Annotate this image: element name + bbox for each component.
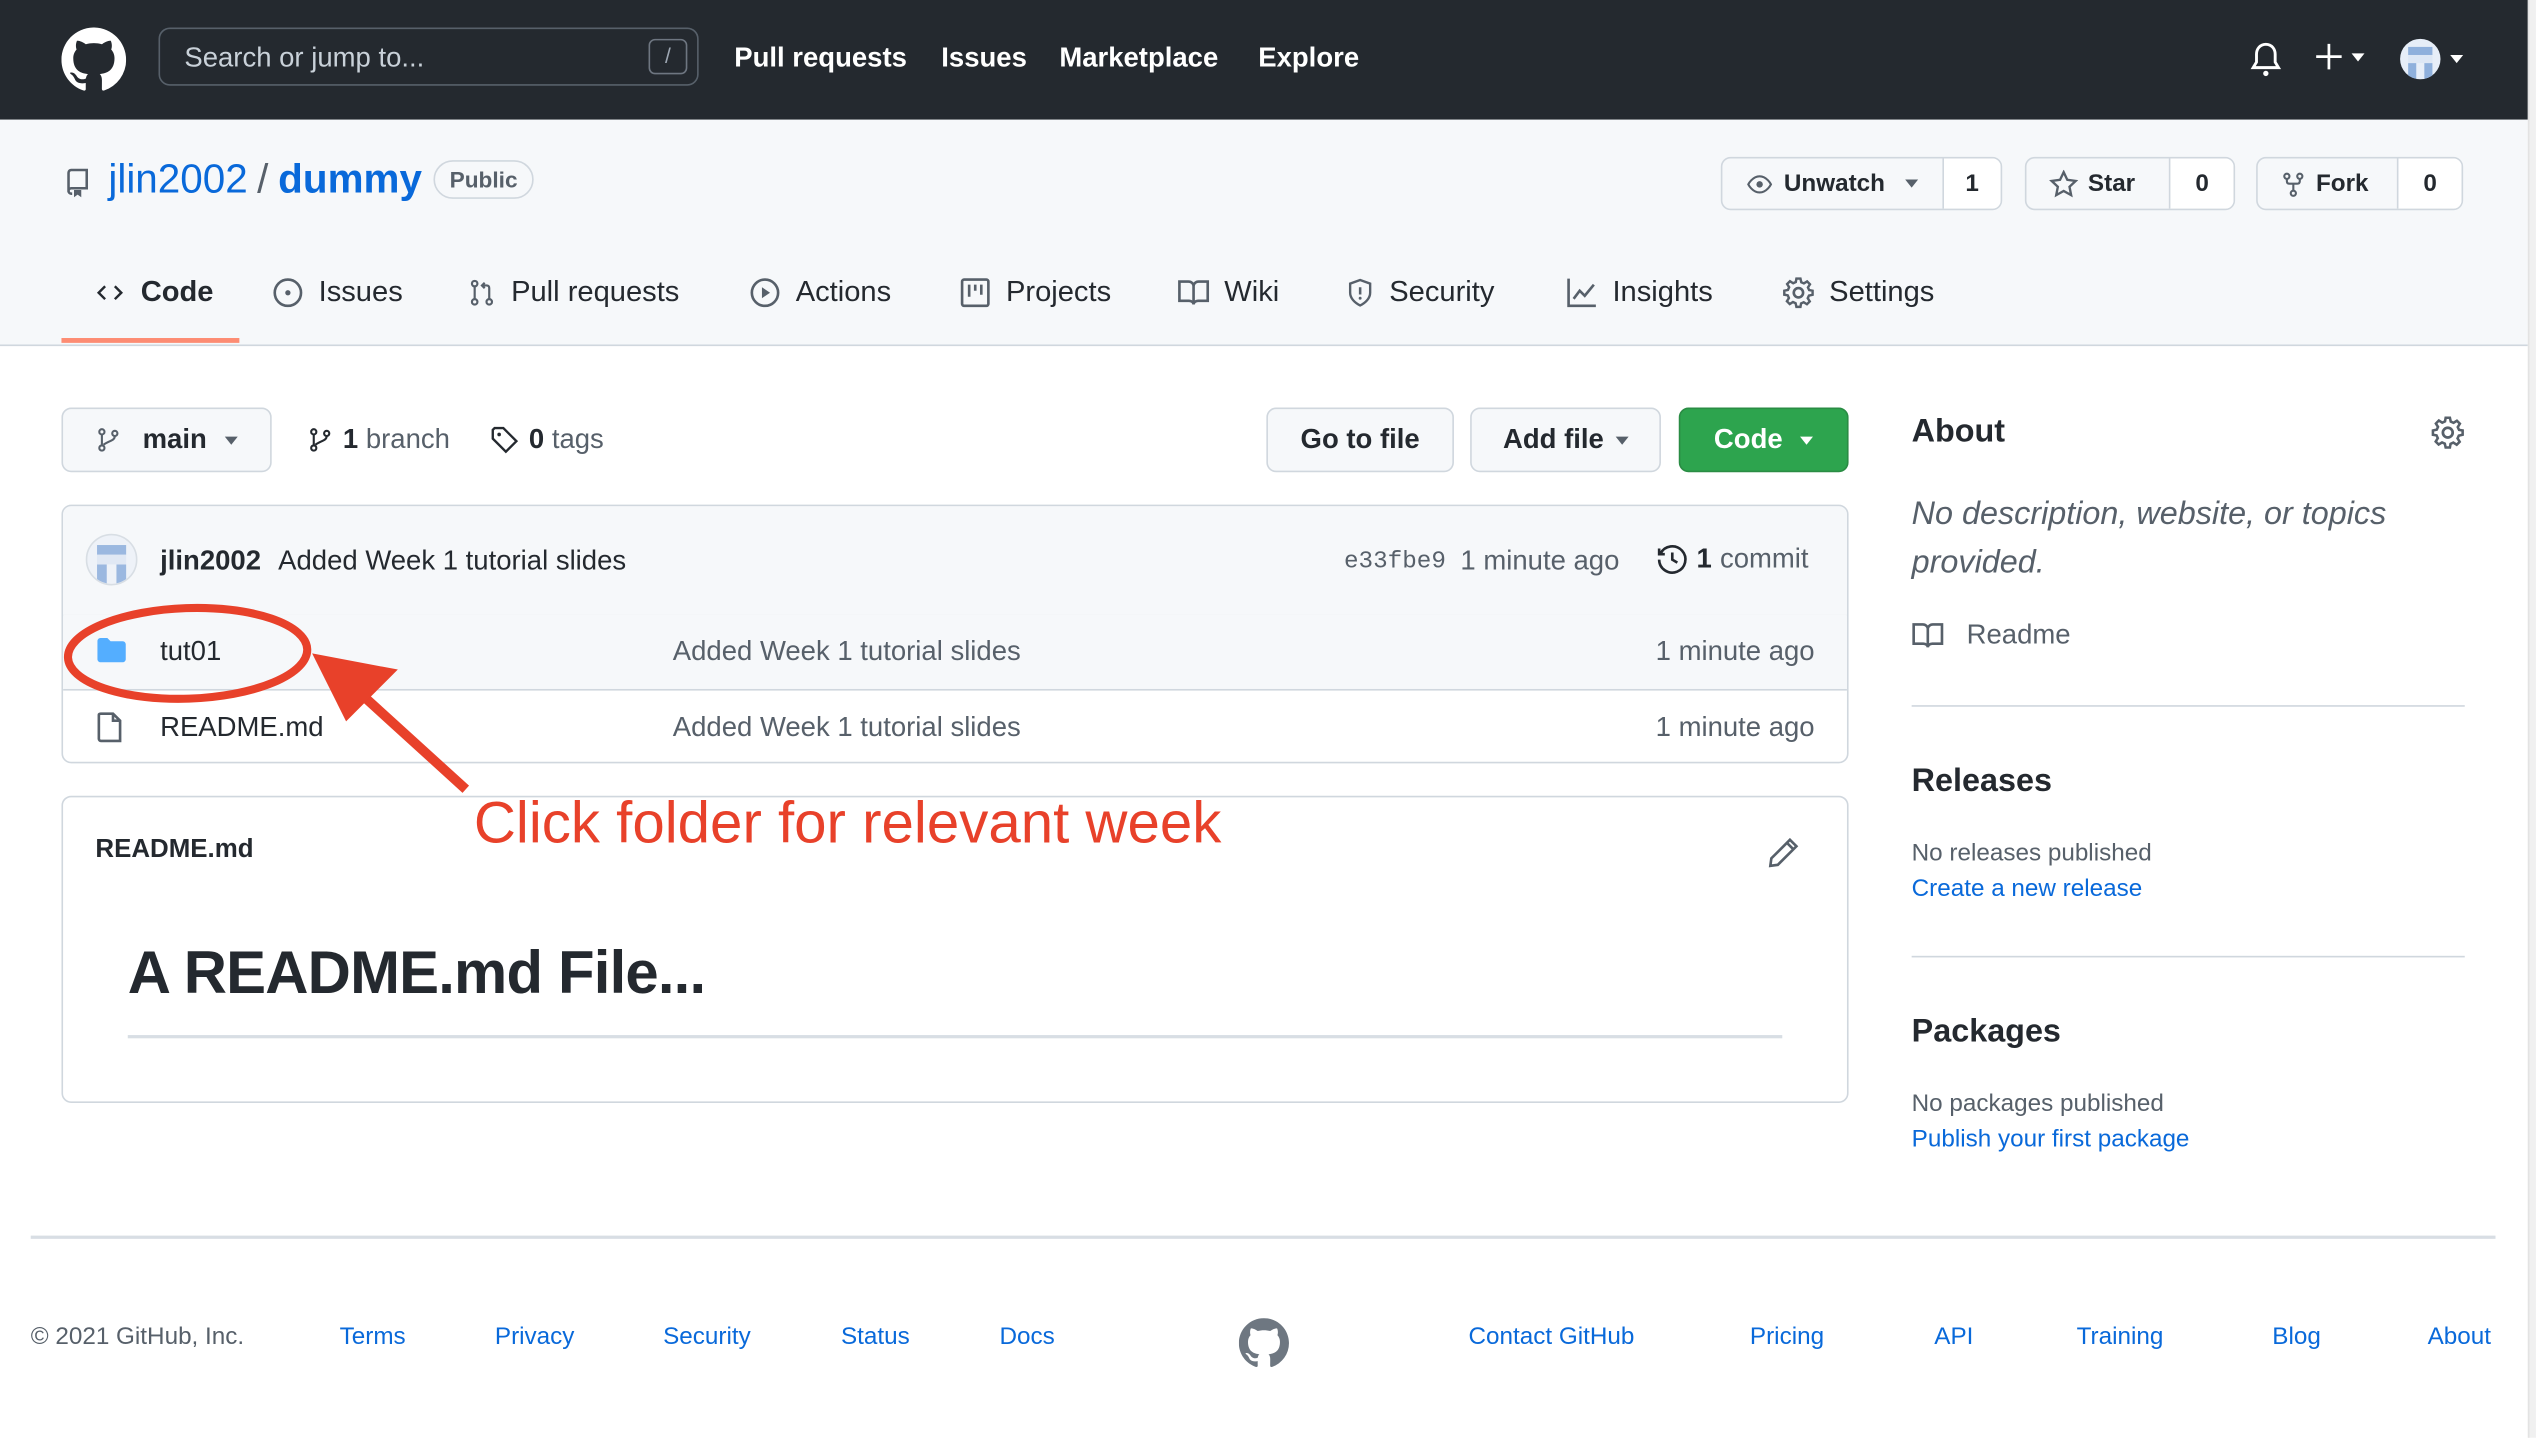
- annotation-circle: [63, 603, 312, 703]
- annotation-text: Click folder for relevant week: [473, 789, 1222, 856]
- annotation-arrow-shaft: [355, 688, 470, 793]
- github-repo-page: Search or jump to... / Pull requests Iss…: [0, 0, 2536, 1438]
- annotation-overlay: [63, 603, 470, 793]
